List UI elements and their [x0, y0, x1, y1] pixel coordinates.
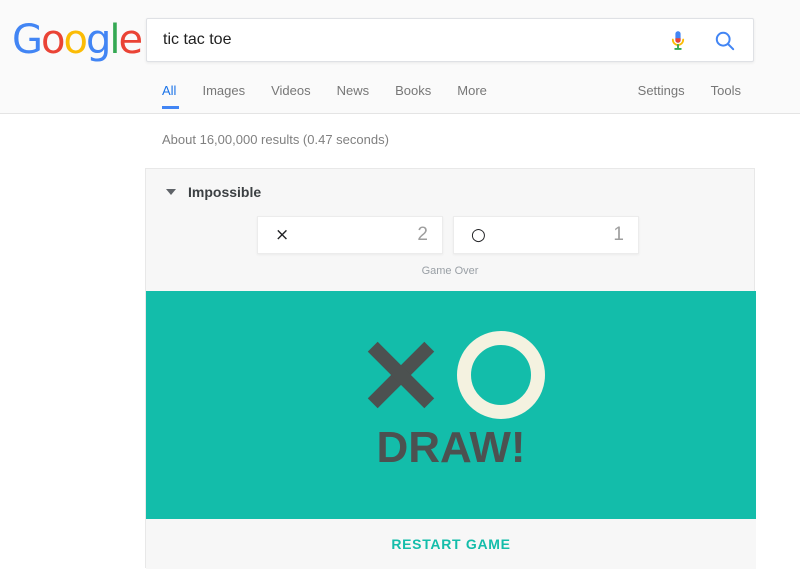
search-icon[interactable] [713, 29, 737, 53]
tab-news[interactable]: News [324, 80, 383, 109]
large-o-icon [457, 331, 545, 419]
x-mark-icon: × [275, 224, 290, 245]
chevron-down-icon [166, 189, 176, 195]
search-tabs-right: Settings Tools [634, 80, 754, 109]
search-tabs: All Images Videos News Books More Settin… [0, 80, 800, 114]
tab-more-label: More [457, 83, 487, 98]
google-logo[interactable]: Google [12, 17, 143, 63]
settings-link[interactable]: Settings [634, 80, 698, 109]
tab-videos[interactable]: Videos [258, 80, 324, 109]
scoreboard: × 2 ○ 1 [257, 216, 639, 254]
logo-letter-o1: o [41, 17, 66, 63]
difficulty-label: Impossible [188, 184, 262, 200]
tab-more[interactable]: More [444, 80, 500, 109]
difficulty-selector[interactable]: Impossible [166, 184, 261, 200]
tab-books-label: Books [395, 83, 432, 98]
tab-all[interactable]: All [158, 80, 189, 109]
game-board[interactable]: DRAW! [146, 291, 756, 519]
logo-letter-e: e [118, 17, 143, 63]
search-input[interactable] [147, 19, 657, 61]
score-box-o[interactable]: ○ 1 [453, 216, 639, 254]
tab-books[interactable]: Books [382, 80, 444, 109]
microphone-icon[interactable] [665, 28, 691, 54]
score-value-o: 1 [613, 224, 624, 245]
game-card-header: Impossible × 2 ○ 1 Game Over [146, 169, 754, 291]
logo-letter-g2: g [85, 17, 111, 63]
tools-link[interactable]: Tools [698, 80, 754, 109]
tab-videos-label: Videos [271, 83, 311, 98]
tic-tac-toe-card: Impossible × 2 ○ 1 Game Over DRAW! RESTA… [145, 168, 756, 569]
search-tabs-left: All Images Videos News Books More [158, 80, 500, 109]
game-status-text: Game Over [421, 265, 479, 277]
o-mark-icon: ○ [471, 224, 486, 245]
tab-all-label: All [162, 83, 177, 98]
restart-game-button[interactable]: RESTART GAME [146, 519, 756, 569]
score-box-x[interactable]: × 2 [257, 216, 443, 254]
logo-letter-l: l [109, 17, 120, 63]
large-x-icon [357, 331, 445, 419]
result-stats: About 16,00,000 results (0.47 seconds) [162, 132, 389, 147]
board-marks [146, 327, 756, 423]
tab-news-label: News [336, 83, 370, 98]
restart-game-label: RESTART GAME [391, 536, 511, 552]
search-box[interactable] [146, 18, 754, 62]
settings-label: Settings [637, 83, 685, 98]
logo-letter-g1: G [12, 17, 43, 63]
logo-letter-o2: o [63, 17, 88, 63]
tab-images[interactable]: Images [189, 80, 258, 109]
score-value-x: 2 [417, 224, 428, 245]
tab-images-label: Images [202, 83, 246, 98]
tools-label: Tools [710, 83, 741, 98]
search-header: Google All Images Videos News Books [0, 0, 800, 114]
game-result-text: DRAW! [376, 423, 526, 472]
